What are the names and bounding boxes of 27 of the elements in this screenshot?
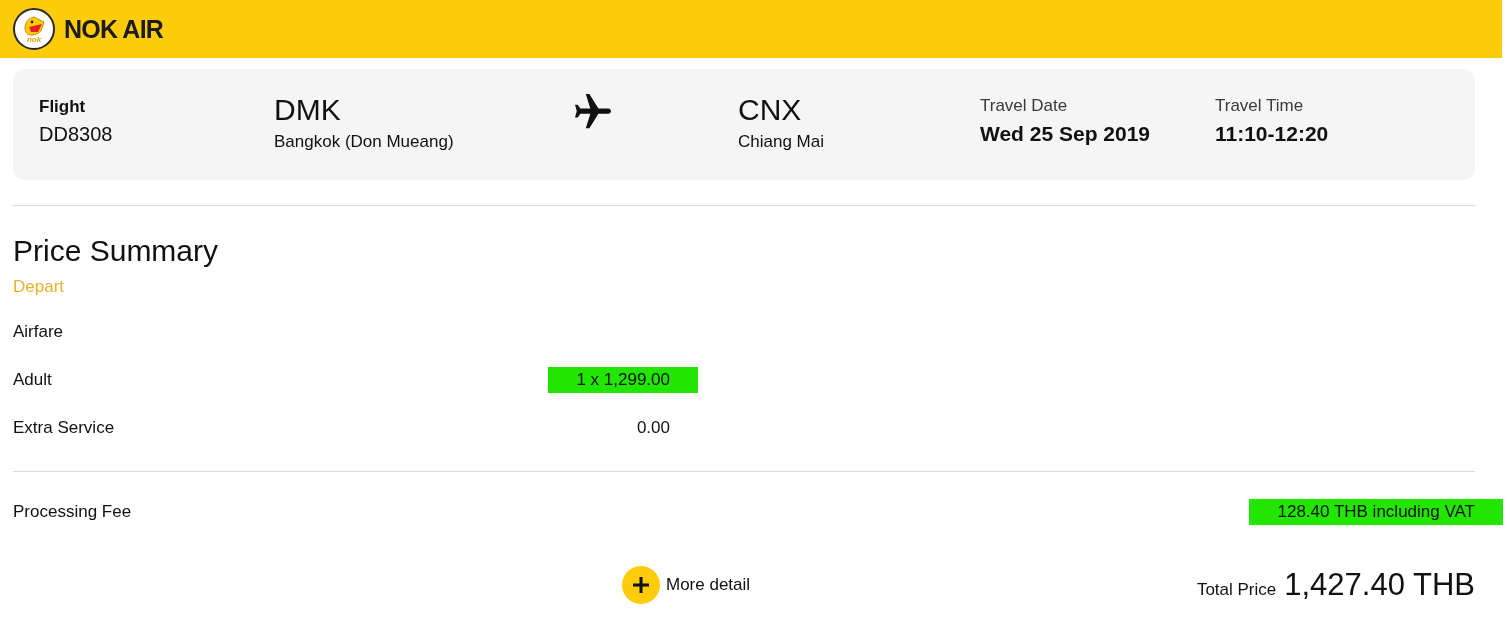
price-label: Extra Service [13,418,115,438]
total-value: 1,427.40 THB [1284,567,1475,603]
airplane-icon [575,94,611,130]
travel-date-value: Wed 25 Sep 2019 [980,122,1151,146]
origin-city: Bangkok (Don Mueang) [274,132,454,152]
origin-code: DMK [274,93,341,127]
travel-date-label: Travel Date [980,96,1068,116]
bird-icon [22,15,46,36]
fee-label: Processing Fee [13,502,132,522]
more-detail-button[interactable]: More detail [622,566,751,604]
fee-value: 128.40 THB including VAT [1249,499,1503,525]
brand-name: NOK AIR [64,14,164,44]
depart-heading: Depart [13,277,65,297]
plus-icon [622,566,660,604]
price-label: Adult [13,370,52,390]
destination-city: Chiang Mai [738,132,824,152]
price-value: 0.00 [635,417,671,439]
section-title: Price Summary [13,234,219,268]
price-label: Airfare [13,322,64,342]
travel-time-value: 11:10-12:20 [1215,122,1329,146]
total-label: Total Price [1196,580,1277,600]
destination-code: CNX [738,93,802,127]
travel-time-label: Travel Time [1215,96,1304,116]
flight-label: Flight [39,97,86,117]
logo-wordmark: nok [26,35,42,44]
price-value: 1 x 1,299.00 [548,367,698,393]
flight-number: DD8308 [39,122,113,146]
